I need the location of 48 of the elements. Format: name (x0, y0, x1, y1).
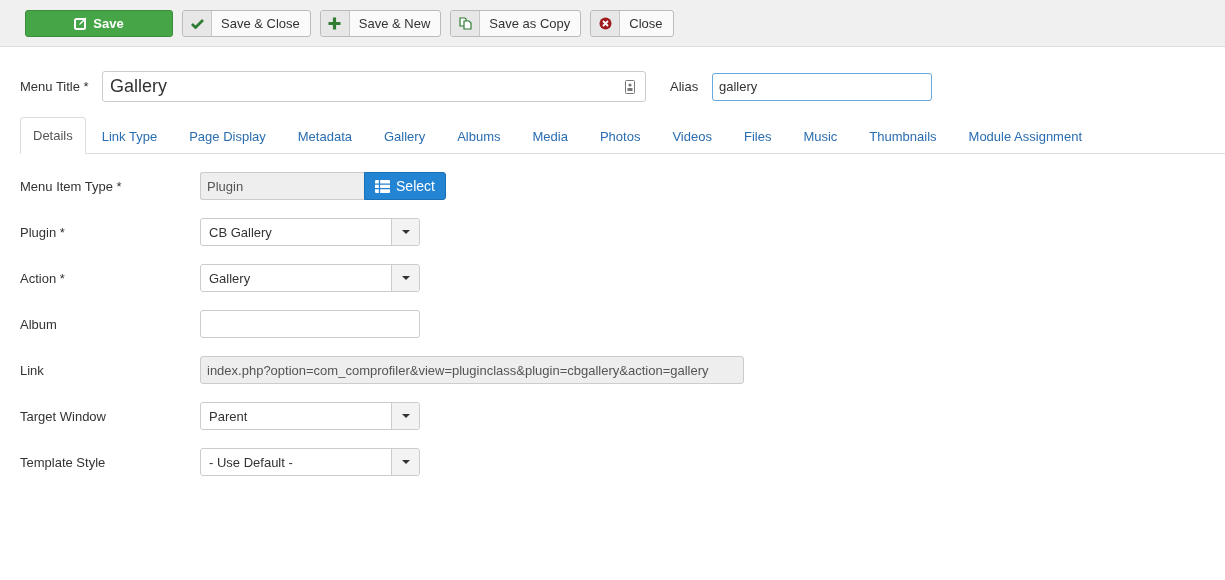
save-button[interactable]: Save (25, 9, 173, 37)
field-label: Link (20, 362, 45, 378)
field-label: Album (20, 316, 58, 332)
link-field: index.php?option=com_comprofiler&view=pluginclass&plugin=cbgallery&action=gallery (200, 356, 744, 384)
tab[interactable]: Photos (583, 117, 657, 154)
field-label: Template Style (20, 454, 107, 470)
edit-icon (74, 16, 88, 30)
toolbar-button[interactable]: Close (590, 9, 674, 37)
alias-field[interactable]: gallery (712, 72, 932, 101)
field-label: Menu Item Type * (20, 178, 123, 194)
caret-icon (401, 460, 410, 464)
tab[interactable]: Media (516, 117, 584, 154)
select-button[interactable]: Select (364, 172, 446, 200)
plus-icon (328, 16, 342, 30)
field-label: Alias (670, 79, 700, 94)
tab[interactable]: Videos (656, 117, 728, 154)
field-label: Plugin * (20, 224, 66, 240)
tab[interactable]: Files (727, 117, 788, 154)
dropdown[interactable]: - Use Default - (200, 448, 420, 476)
field-label: Action * (20, 270, 66, 286)
close-icon (598, 16, 612, 30)
caret-icon (401, 414, 410, 418)
dropdown[interactable]: CB Gallery (200, 218, 420, 246)
tab[interactable]: Link Type (85, 117, 174, 154)
field-label: Target Window (20, 408, 107, 424)
tab[interactable]: Music (787, 117, 854, 154)
tab[interactable]: Thumbnails (853, 117, 953, 154)
tab[interactable]: Albums (441, 117, 517, 154)
toolbar-button[interactable]: Save as Copy (450, 9, 582, 37)
tab[interactable]: Metadata (281, 117, 368, 154)
check-icon (190, 17, 204, 29)
menu-item-type-field: Plugin (200, 172, 364, 200)
input-field[interactable] (200, 310, 420, 338)
tab[interactable]: Gallery (368, 117, 442, 154)
field-label: Menu Title * (20, 79, 90, 94)
list-icon (375, 179, 391, 193)
title-field[interactable]: Gallery (102, 71, 646, 102)
tab[interactable]: Page Display (173, 117, 282, 154)
caret-icon (401, 230, 410, 234)
tab[interactable]: Module Assignment (952, 117, 1098, 154)
dropdown[interactable]: Gallery (200, 264, 420, 292)
copy-icon (458, 16, 472, 30)
toolbar-button[interactable]: Save & New (319, 9, 442, 37)
dropdown[interactable]: Parent (200, 402, 420, 430)
toolbar-button[interactable]: Save & Close (182, 9, 311, 37)
caret-icon (401, 276, 410, 280)
contact-card-icon (625, 79, 635, 94)
tab[interactable]: Details (20, 117, 86, 154)
